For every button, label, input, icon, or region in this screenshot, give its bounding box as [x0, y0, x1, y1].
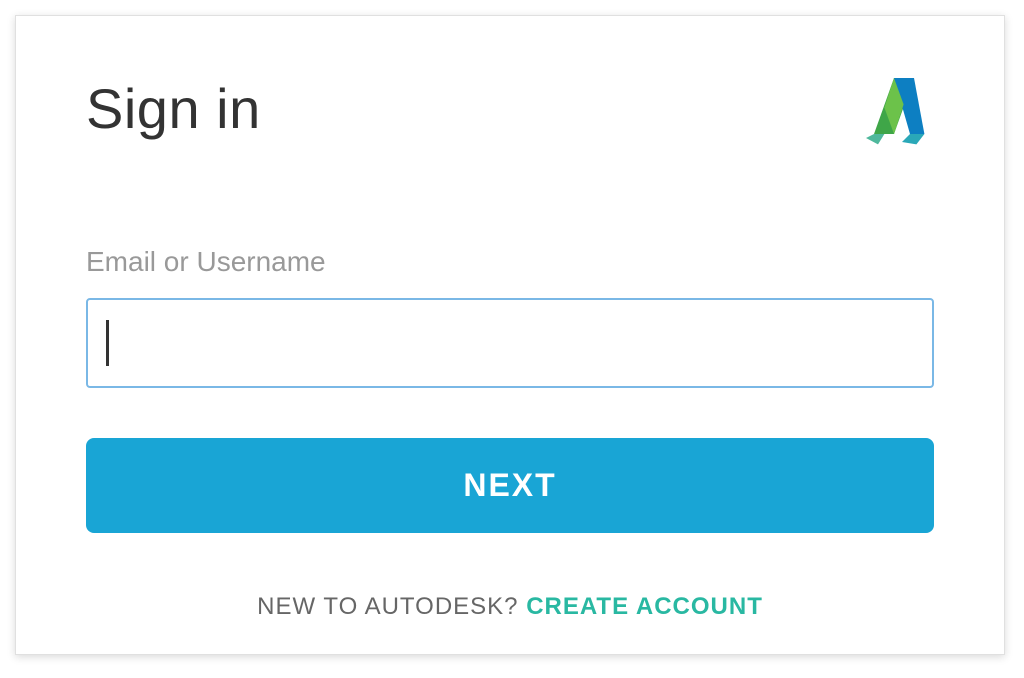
email-input-wrapper	[86, 298, 934, 388]
email-input[interactable]	[86, 298, 934, 388]
next-button[interactable]: NEXT	[86, 438, 934, 533]
page-title: Sign in	[86, 76, 261, 141]
signin-card: Sign in Email or Username NEXT NEW TO AU…	[15, 15, 1005, 655]
create-account-link[interactable]: CREATE ACCOUNT	[526, 593, 763, 620]
text-cursor-icon	[106, 320, 109, 366]
email-field-label: Email or Username	[86, 246, 934, 278]
new-user-prompt: NEW TO AUTODESK?	[257, 593, 526, 620]
autodesk-logo-icon	[854, 66, 934, 146]
header-row: Sign in	[86, 76, 934, 146]
footer-text: NEW TO AUTODESK? CREATE ACCOUNT	[86, 593, 934, 621]
